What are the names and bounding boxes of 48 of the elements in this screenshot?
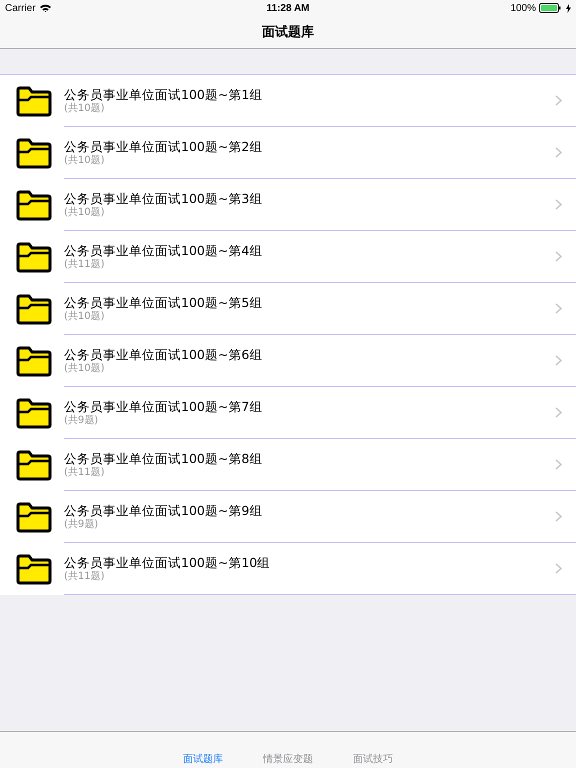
row-subtitle: (共11题) — [64, 467, 106, 478]
carrier-label: Carrier — [5, 2, 36, 14]
row-subtitle: (共10题) — [64, 103, 106, 114]
chevron-icon — [555, 511, 562, 522]
row-title: 公务员事业单位面试100题~第1组 — [64, 87, 264, 102]
folder-icon — [16, 241, 52, 273]
row-subtitle: (共11题) — [64, 259, 106, 270]
chevron-icon — [555, 303, 562, 314]
folder-icon — [16, 293, 52, 325]
row-title: 公务员事业单位面试100题~第5组 — [64, 295, 264, 310]
charging-icon — [566, 4, 572, 12]
chevron-icon — [555, 563, 562, 574]
folder-icon — [16, 85, 52, 117]
folder-icon — [16, 553, 52, 585]
wifi-icon — [40, 4, 51, 12]
row-subtitle: (共9题) — [64, 519, 100, 530]
row-title: 公务员事业单位面试100题~第7组 — [64, 399, 264, 414]
row-title: 公务员事业单位面试100题~第2组 — [64, 139, 264, 154]
row-title: 公务员事业单位面试100题~第4组 — [64, 243, 264, 258]
row-title: 公务员事业单位面试100题~第10组 — [64, 555, 272, 570]
chevron-icon — [555, 355, 562, 366]
folder-icon — [16, 501, 52, 533]
chevron-icon — [555, 251, 562, 262]
nav-title: 面试题库 — [262, 24, 314, 41]
row-subtitle: (共9题) — [64, 415, 100, 426]
tab-item[interactable]: 面试题库 — [183, 752, 223, 766]
battery-icon — [539, 3, 564, 13]
folder-icon — [16, 345, 52, 377]
folder-icon — [16, 449, 52, 481]
folder-icon — [16, 137, 52, 169]
chevron-icon — [555, 199, 562, 210]
clock-time: 11:28 AM — [266, 2, 310, 14]
chevron-icon — [555, 147, 562, 158]
row-subtitle: (共10题) — [64, 363, 106, 374]
row-title: 公务员事业单位面试100题~第9组 — [64, 503, 264, 518]
row-title: 公务员事业单位面试100题~第6组 — [64, 347, 264, 362]
chevron-icon — [555, 459, 562, 470]
row-subtitle: (共11题) — [64, 571, 106, 582]
row-title: 公务员事业单位面试100题~第8组 — [64, 451, 264, 466]
row-subtitle: (共10题) — [64, 311, 106, 322]
row-subtitle: (共10题) — [64, 155, 106, 166]
row-title: 公务员事业单位面试100题~第3组 — [64, 191, 264, 206]
folder-icon — [16, 397, 52, 429]
row-subtitle: (共10题) — [64, 207, 106, 218]
chevron-icon — [555, 95, 562, 106]
folder-icon — [16, 189, 52, 221]
battery-percent: 100% — [510, 2, 536, 14]
chevron-icon — [555, 407, 562, 418]
